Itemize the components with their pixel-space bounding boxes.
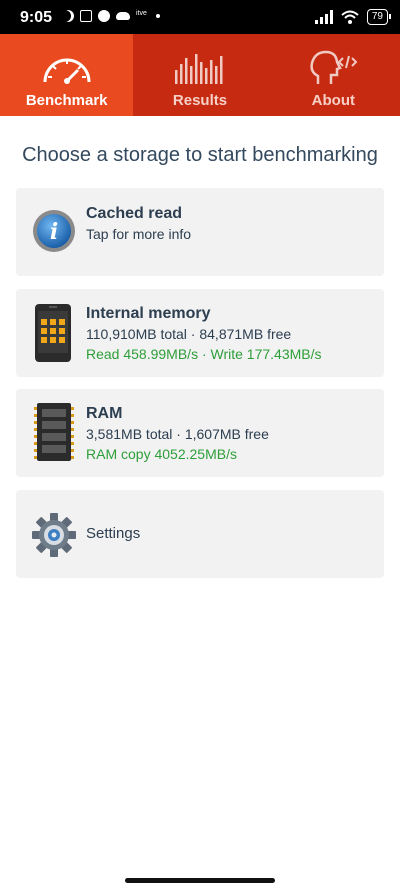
card-subtitle: Tap for more info <box>86 226 192 242</box>
info-icon: i <box>31 208 77 259</box>
ram-chip-icon <box>34 401 74 468</box>
signal-icon <box>314 10 333 24</box>
tab-benchmark[interactable]: Benchmark <box>0 34 134 116</box>
app-notification-icon <box>98 10 110 22</box>
tab-label: Benchmark <box>25 92 108 109</box>
settings-card[interactable]: Settings <box>16 490 384 578</box>
phone-storage-icon <box>34 303 72 368</box>
cached-read-card[interactable]: i Cached read Tap for more info <box>16 188 384 276</box>
svg-text:i: i <box>50 219 58 245</box>
card-title: Internal memory <box>86 305 211 322</box>
status-system-icons: 79 <box>314 9 392 25</box>
gear-icon <box>31 512 77 563</box>
card-subtitle: 110,910MB total · 84,871MB free <box>86 326 292 342</box>
tab-results[interactable]: Results <box>133 34 266 116</box>
head-code-icon <box>306 50 360 86</box>
tab-bar: Benchmark Results About <box>0 34 400 116</box>
speed-result: Read 458.99MB/s · Write 177.43MB/s <box>86 346 322 362</box>
status-time: 9:05 <box>20 9 53 26</box>
gesture-nav-handle[interactable] <box>125 878 275 883</box>
status-bar: 9:05 itve 79 <box>0 0 400 34</box>
status-tag: itve <box>136 10 147 17</box>
battery-icon: 79 <box>366 9 392 25</box>
card-subtitle: 3,581MB total · 1,607MB free <box>86 426 269 442</box>
status-notification-icons: itve <box>62 10 160 22</box>
card-title: Settings <box>86 525 141 542</box>
more-notifications-icon <box>156 14 160 18</box>
speedometer-icon <box>40 50 94 86</box>
wifi-icon <box>341 10 359 24</box>
internal-memory-card[interactable]: Internal memory 110,910MB total · 84,871… <box>16 289 384 377</box>
card-title: Cached read <box>86 205 183 222</box>
bars-icon <box>173 50 227 86</box>
moon-icon <box>62 10 74 22</box>
cloud-icon <box>116 12 130 20</box>
card-title: RAM <box>86 405 123 422</box>
nfc-icon <box>80 10 92 22</box>
tab-label: About <box>311 92 355 109</box>
tab-about[interactable]: About <box>267 34 400 116</box>
tab-label: Results <box>172 92 228 109</box>
page-heading: Choose a storage to start benchmarking <box>22 144 378 166</box>
speed-result: RAM copy 4052.25MB/s <box>86 446 237 462</box>
ram-card[interactable]: RAM 3,581MB total · 1,607MB free RAM cop… <box>16 389 384 477</box>
